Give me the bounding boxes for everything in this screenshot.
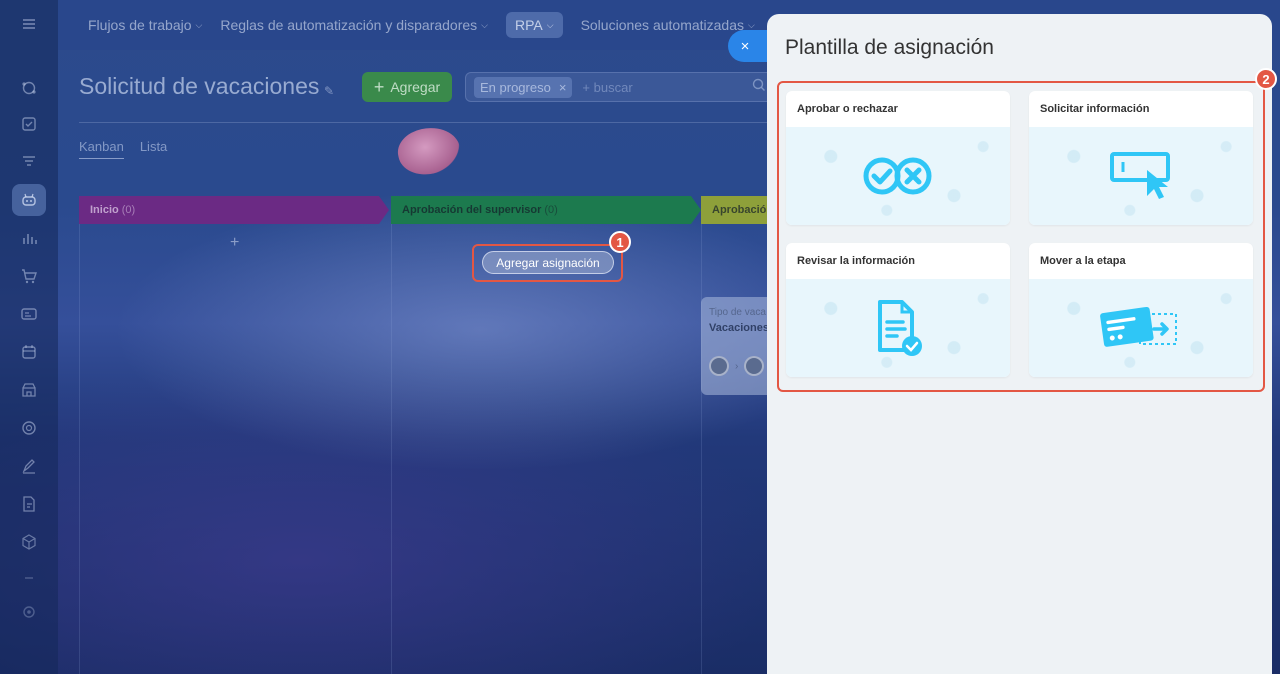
filter-remove-icon[interactable]: × bbox=[559, 80, 567, 95]
tab-kanban[interactable]: Kanban bbox=[79, 139, 124, 159]
page-title: Solicitud de vacaciones bbox=[79, 73, 320, 99]
add-button-label: Agregar bbox=[390, 79, 441, 95]
contact-card-icon[interactable] bbox=[12, 298, 46, 330]
stage-name: Inicio bbox=[90, 204, 119, 216]
store-icon[interactable] bbox=[12, 374, 46, 406]
nav-automated-solutions[interactable]: Soluciones automatizadas ⌵ bbox=[581, 17, 755, 33]
add-button[interactable]: + Agregar bbox=[362, 72, 452, 102]
assignment-template-panel: Plantilla de asignación 2 Aprobar o rech… bbox=[767, 14, 1277, 674]
stage-header-supervisor[interactable]: Aprobación del supervisor (0) bbox=[391, 196, 701, 224]
card-field-value: Vacaciones bbox=[709, 322, 769, 334]
menu-icon[interactable] bbox=[12, 8, 46, 40]
stage-count: (0) bbox=[544, 204, 558, 216]
add-assignment-button[interactable]: Agregar asignación bbox=[482, 251, 614, 274]
nav-label: Soluciones automatizadas bbox=[580, 17, 744, 33]
search-input[interactable]: En progreso × + buscar bbox=[465, 72, 795, 102]
move-stage-icon bbox=[1029, 279, 1253, 377]
rail-divider bbox=[12, 562, 46, 594]
nav-rpa[interactable]: RPA ⌵ bbox=[505, 12, 563, 38]
template-move-stage[interactable]: Mover a la etapa bbox=[1029, 243, 1253, 377]
pin-icon[interactable]: ✎ bbox=[324, 84, 334, 98]
plus-icon: + bbox=[373, 77, 385, 97]
filter-chip[interactable]: En progreso × bbox=[474, 76, 573, 98]
search-placeholder: + buscar bbox=[582, 79, 633, 95]
template-name: Solicitar información bbox=[1040, 103, 1150, 115]
nav-label: RPA bbox=[514, 17, 543, 33]
target-icon[interactable] bbox=[12, 412, 46, 444]
review-document-icon bbox=[786, 279, 1010, 377]
calendar-icon[interactable] bbox=[12, 336, 46, 368]
nav-automation-rules[interactable]: Reglas de automatización y disparadores ⌵ bbox=[220, 17, 488, 33]
nav-workflows[interactable]: Flujos de trabajo ⌵ bbox=[88, 17, 202, 33]
avatar[interactable] bbox=[709, 356, 729, 376]
approve-reject-icon bbox=[786, 127, 1010, 225]
stage-header-inicio[interactable]: Inicio (0) bbox=[79, 196, 389, 224]
stage-arrow bbox=[691, 196, 701, 224]
chevron-down-icon: ⌵ bbox=[481, 19, 488, 30]
add-item-plus-icon[interactable]: + bbox=[230, 234, 239, 252]
step-badge-1: 1 bbox=[609, 231, 631, 253]
left-sidebar bbox=[0, 0, 58, 674]
template-name: Aprobar o rechazar bbox=[797, 103, 898, 115]
template-review-info[interactable]: Revisar la información bbox=[786, 243, 1010, 377]
request-info-icon bbox=[1029, 127, 1253, 225]
tab-list[interactable]: Lista bbox=[140, 139, 167, 159]
sign-pen-icon[interactable] bbox=[12, 450, 46, 482]
nav-label: Reglas de automatización y disparadores bbox=[220, 17, 478, 33]
card-field-label: Tipo de vaca bbox=[709, 307, 766, 318]
cube-icon[interactable] bbox=[12, 526, 46, 558]
document-edit-icon[interactable] bbox=[12, 488, 46, 520]
filter-chip-label: En progreso bbox=[480, 79, 551, 95]
column-divider bbox=[701, 224, 702, 674]
step-badge-2: 2 bbox=[1255, 68, 1277, 90]
stage-name: Aprobación del supervisor bbox=[402, 204, 542, 216]
chevron-down-icon: ⌵ bbox=[195, 19, 203, 30]
view-tabs: Kanban Lista bbox=[79, 139, 167, 159]
cart-icon[interactable] bbox=[12, 260, 46, 292]
template-approve-reject[interactable]: Aprobar o rechazar bbox=[786, 91, 1010, 225]
column-divider bbox=[79, 224, 80, 674]
filter-funnel-icon[interactable] bbox=[12, 146, 46, 178]
card-avatars: › bbox=[709, 356, 773, 376]
stage-name: Aprobació bbox=[712, 204, 767, 216]
template-name: Revisar la información bbox=[797, 255, 915, 267]
panel-title: Plantilla de asignación bbox=[785, 36, 994, 59]
settings-gear-icon[interactable] bbox=[12, 596, 46, 628]
close-panel-button[interactable]: × bbox=[728, 30, 768, 62]
template-name: Mover a la etapa bbox=[1040, 255, 1126, 267]
header-divider bbox=[79, 122, 779, 123]
stage-count: (0) bbox=[121, 204, 136, 216]
template-request-info[interactable]: Solicitar información bbox=[1029, 91, 1253, 225]
analytics-icon[interactable] bbox=[12, 222, 46, 254]
nav-label: Flujos de trabajo bbox=[88, 17, 192, 33]
automation-robot-icon[interactable] bbox=[12, 184, 46, 216]
tasks-icon[interactable] bbox=[12, 108, 46, 140]
chevron-right-icon: › bbox=[735, 360, 739, 372]
sites-icon[interactable] bbox=[12, 72, 46, 104]
column-divider bbox=[391, 224, 392, 674]
search-icon[interactable] bbox=[752, 78, 766, 95]
avatar[interactable] bbox=[744, 356, 765, 376]
stage-arrow bbox=[379, 196, 389, 224]
chevron-down-icon: ⌵ bbox=[546, 19, 554, 30]
chevron-down-icon: ⌵ bbox=[748, 19, 755, 30]
